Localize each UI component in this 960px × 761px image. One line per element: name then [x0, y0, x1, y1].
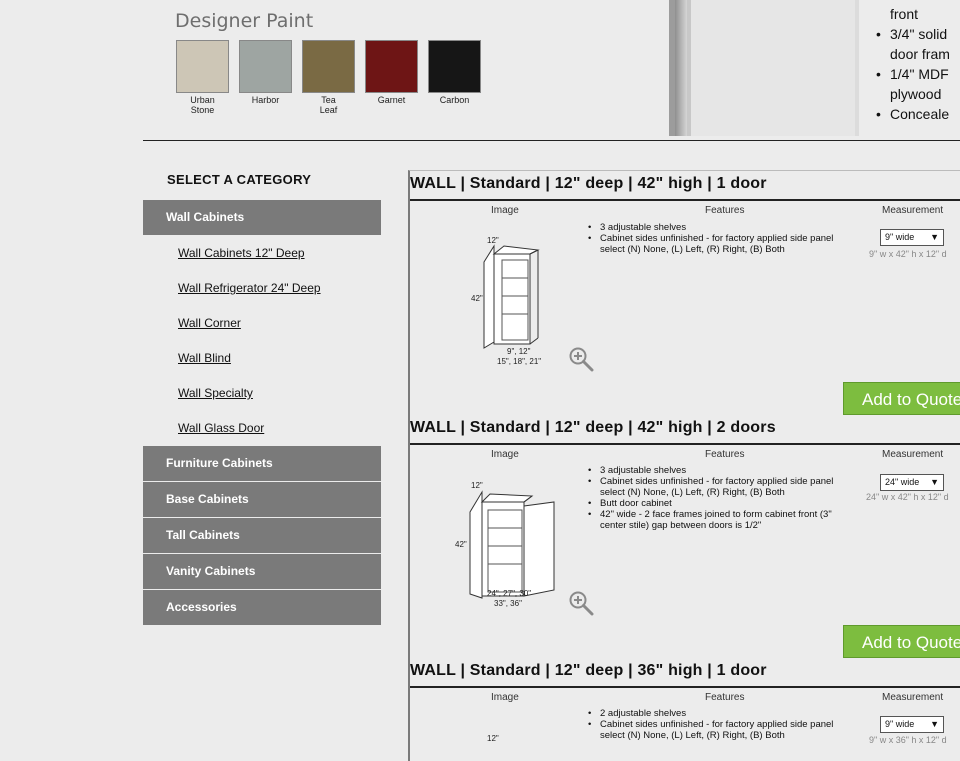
height-label: 42" [455, 540, 467, 549]
sublink-wall-glass-door[interactable]: Wall Glass Door [178, 421, 264, 435]
category-vanity-cabinets[interactable]: Vanity Cabinets [143, 554, 381, 589]
widths-label: 15", 18", 21" [497, 357, 542, 366]
add-to-quote-button[interactable]: Add to Quote [843, 382, 960, 415]
column-image-header: Image [491, 692, 519, 703]
swatch-label: Garnet [377, 95, 406, 105]
column-measurement-header: Measurement [882, 449, 944, 460]
zoom-in-icon[interactable] [568, 346, 594, 372]
sublink-wall-blind[interactable]: Wall Blind [178, 351, 231, 365]
category-wall-cabinets[interactable]: Wall Cabinets [143, 200, 381, 235]
depth-label: 12" [487, 734, 499, 743]
features-list: 3 adjustable shelves Cabinet sides unfin… [588, 222, 855, 255]
column-measurement-header: Measurement [882, 205, 944, 216]
swatch-garnet[interactable] [365, 40, 418, 93]
width-select[interactable]: 9" wide ▼ [880, 229, 944, 246]
features-list: 3 adjustable shelves Cabinet sides unfin… [588, 465, 855, 531]
product-divider [410, 443, 960, 445]
sublink-wall-cabinets-12-deep[interactable]: Wall Cabinets 12" Deep [178, 246, 305, 260]
swatch-label: Harbor [251, 95, 280, 105]
swatch-carbon[interactable] [428, 40, 481, 93]
dimensions-text: 9" w x 36" h x 12" d [869, 735, 947, 745]
product-title: WALL | Standard | 12" deep | 42" high | … [410, 175, 767, 192]
height-label: 42" [471, 294, 483, 303]
swatch-label: Urban Stone [190, 95, 215, 115]
swatch-tea-leaf[interactable] [302, 40, 355, 93]
feature-item: 42" wide - 2 face frames joined to form … [588, 509, 855, 531]
triangle-down-icon: ▼ [930, 719, 939, 729]
swatch-urban-stone[interactable] [176, 40, 229, 93]
dimensions-text: 24" w x 42" h x 12" d [866, 492, 949, 502]
column-features-header: Features [705, 205, 745, 216]
category-base-cabinets[interactable]: Base Cabinets [143, 482, 381, 517]
category-accessories[interactable]: Accessories [143, 590, 381, 625]
column-measurement-header: Measurement [882, 692, 944, 703]
door-style-photo [669, 0, 859, 136]
zoom-in-icon[interactable] [568, 590, 594, 616]
feature-item: Butt door cabinet [588, 498, 855, 509]
column-image-header: Image [491, 449, 519, 460]
width-select[interactable]: 9" wide ▼ [880, 716, 944, 733]
widths-label: 33", 36" [494, 599, 522, 608]
features-list: 2 adjustable shelves Cabinet sides unfin… [588, 708, 855, 741]
swatch-harbor[interactable] [239, 40, 292, 93]
column-image-header: Image [491, 205, 519, 216]
select-category-title: SELECT A CATEGORY [167, 172, 312, 187]
designer-paint-heading: Designer Paint [175, 10, 314, 32]
column-features-header: Features [705, 692, 745, 703]
category-tall-cabinets[interactable]: Tall Cabinets [143, 518, 381, 553]
triangle-down-icon: ▼ [930, 477, 939, 487]
width-select[interactable]: 24" wide ▼ [880, 474, 944, 491]
door-description-list: front 3/4" solid door fram 1/4" MDF plyw… [876, 4, 960, 124]
swatch-label: Carbon [439, 95, 470, 105]
feature-item: 2 adjustable shelves [588, 708, 855, 719]
triangle-down-icon: ▼ [930, 232, 939, 242]
widths-label: 9", 12" [507, 347, 531, 356]
product-title: WALL | Standard | 12" deep | 42" high | … [410, 419, 776, 436]
depth-label: 12" [471, 481, 483, 490]
swatch-label: Tea Leaf [319, 95, 338, 115]
section-divider [143, 140, 960, 141]
category-furniture-cabinets[interactable]: Furniture Cabinets [143, 446, 381, 481]
product-title: WALL | Standard | 12" deep | 36" high | … [410, 662, 767, 679]
dimensions-text: 9" w x 42" h x 12" d [869, 249, 947, 259]
column-features-header: Features [705, 449, 745, 460]
cabinet-diagram [469, 490, 555, 599]
sublink-wall-refrigerator-24-deep[interactable]: Wall Refrigerator 24" Deep [178, 281, 321, 295]
product-divider [410, 686, 960, 688]
add-to-quote-button[interactable]: Add to Quote [843, 625, 960, 658]
depth-label: 12" [487, 236, 499, 245]
feature-item: Cabinet sides unfinished - for factory a… [588, 719, 855, 741]
feature-item: 3 adjustable shelves [588, 222, 855, 233]
sublink-wall-corner[interactable]: Wall Corner [178, 316, 241, 330]
widths-label: 24", 27", 30" [487, 589, 532, 598]
feature-item: Cabinet sides unfinished - for factory a… [588, 476, 855, 498]
product-divider [410, 199, 960, 201]
feature-item: Cabinet sides unfinished - for factory a… [588, 233, 855, 255]
sublink-wall-specialty[interactable]: Wall Specialty [178, 386, 253, 400]
feature-item: 3 adjustable shelves [588, 465, 855, 476]
